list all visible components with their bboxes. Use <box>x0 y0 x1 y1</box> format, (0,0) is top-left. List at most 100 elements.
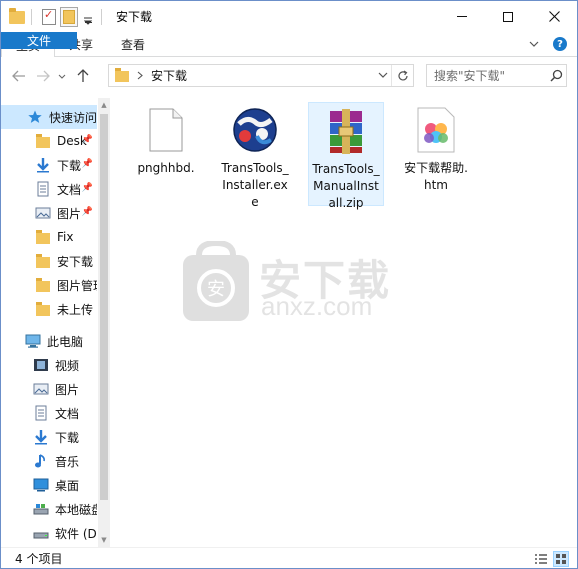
details-view-button[interactable] <box>533 551 549 567</box>
sidebar-item-videos[interactable]: 视频 <box>1 353 97 377</box>
sidebar-item-pictures[interactable]: 图片 <box>1 377 97 401</box>
sidebar-item-pictures-pinned[interactable]: 图片 📌 <box>1 201 97 225</box>
sidebar-item-label: Fix <box>57 230 74 244</box>
sidebar-item-downloads[interactable]: 下载 <box>1 425 97 449</box>
scroll-up-icon[interactable]: ▲ <box>98 98 110 112</box>
file-item[interactable]: pnghhbd. <box>128 102 204 177</box>
address-history-dropdown-icon[interactable] <box>378 68 388 82</box>
photos-htm-icon <box>412 106 460 154</box>
details-view-icon <box>535 554 547 564</box>
divider <box>31 8 32 25</box>
sidebar-item-not-uploaded[interactable]: 未上传 <box>1 297 97 321</box>
pin-icon: 📌 <box>81 207 93 217</box>
address-bar[interactable]: 安下载 <box>108 64 414 87</box>
up-button[interactable] <box>71 64 95 88</box>
arrow-up-icon <box>77 69 89 82</box>
sidebar-item-label: 图片 <box>55 382 80 397</box>
star-icon <box>28 110 42 123</box>
arrow-right-icon <box>37 70 50 82</box>
sidebar-item-documents[interactable]: 文档 <box>1 401 97 425</box>
recent-locations-button[interactable] <box>55 64 69 88</box>
navigation-bar: 安下载 搜索"安下载" <box>1 58 577 94</box>
refresh-icon <box>397 69 408 80</box>
scroll-down-icon[interactable]: ▼ <box>98 533 110 547</box>
download-arrow-icon <box>37 158 49 173</box>
sidebar-item-documents-pinned[interactable]: 文档 📌 <box>1 177 97 201</box>
file-name: TransTools_ManualInstall.zip <box>312 162 380 210</box>
scrollbar-thumb[interactable] <box>100 114 108 500</box>
sidebar-item-music[interactable]: 音乐 <box>1 449 97 473</box>
properties-icon[interactable] <box>42 8 56 25</box>
sidebar-item-downloads-pinned[interactable]: 下载 📌 <box>1 153 97 177</box>
expand-ribbon-icon[interactable] <box>529 41 539 47</box>
navigation-pane-scrollbar[interactable]: ▲ ▼ <box>98 98 110 547</box>
pin-icon: 📌 <box>81 135 93 145</box>
file-name: 安下载帮助.htm <box>404 161 468 192</box>
status-bar: 4 个项目 <box>1 547 577 568</box>
globe-installer-icon <box>231 106 279 154</box>
sidebar-item-label: 快速访问 <box>49 110 97 125</box>
tab-file[interactable]: 文件 <box>1 32 77 49</box>
search-button[interactable] <box>546 69 566 82</box>
minimize-button[interactable] <box>439 1 485 32</box>
folder-icon <box>35 301 51 317</box>
sidebar-item-this-pc[interactable]: 此电脑 <box>1 329 97 353</box>
search-icon <box>549 69 562 82</box>
maximize-button[interactable] <box>485 1 531 32</box>
download-arrow-icon <box>35 430 47 445</box>
sidebar-item-software-drive[interactable]: 软件 (D <box>1 521 97 545</box>
item-count: 4 个项目 <box>15 552 63 566</box>
large-icons-view-button[interactable] <box>553 551 569 567</box>
file-item[interactable]: TransTools_ManualInstall.zip <box>308 102 384 210</box>
pin-icon: 📌 <box>81 183 93 193</box>
chevron-down-icon <box>84 17 92 25</box>
arrow-left-icon <box>12 70 25 82</box>
file-item[interactable]: TransTools_Installer.exe <box>217 102 293 211</box>
picture-icon <box>33 383 49 395</box>
help-icon[interactable]: ? <box>553 37 567 51</box>
sidebar-item-label: 图片 <box>57 206 82 221</box>
picture-icon <box>35 207 51 219</box>
quick-access-toolbar <box>1 1 108 32</box>
customize-toolbar-dropdown[interactable] <box>81 9 95 25</box>
ribbon-right-controls: ? <box>529 32 577 56</box>
file-name: pnghhbd. <box>137 161 195 175</box>
drive-icon <box>33 504 49 515</box>
sidebar-item-label: 安下载 <box>57 254 94 269</box>
document-icon <box>37 181 49 197</box>
file-list-pane[interactable]: 安 安下载 anxz.com pnghhbd. TransTools_Insta… <box>111 98 577 547</box>
sidebar-item-anxiazai[interactable]: 安下载 <box>1 249 97 273</box>
sidebar-item-label: 未上传 <box>57 302 94 317</box>
search-input[interactable]: 搜索"安下载" <box>434 67 546 84</box>
sidebar-item-label: 音乐 <box>55 454 80 469</box>
folder-icon <box>35 253 51 269</box>
new-folder-button[interactable] <box>60 6 78 27</box>
search-box[interactable]: 搜索"安下载" <box>426 64 567 87</box>
tab-view[interactable]: 查看 <box>107 32 159 56</box>
sidebar-item-local-disk[interactable]: 本地磁盘 <box>1 497 97 521</box>
chevron-right-icon[interactable] <box>137 71 143 80</box>
refresh-button[interactable] <box>391 65 413 86</box>
file-item[interactable]: 安下载帮助.htm <box>398 102 474 194</box>
sidebar-item-picture-manager[interactable]: 图片管理 <box>1 273 97 297</box>
large-icons-view-icon <box>556 554 566 564</box>
blank-file-icon <box>142 106 190 154</box>
maximize-icon <box>503 11 513 22</box>
sidebar-item-desktop[interactable]: 桌面 <box>1 473 97 497</box>
sidebar-item-desktop-pinned[interactable]: Desk 📌 <box>1 129 97 153</box>
sidebar-item-quick-access[interactable]: 快速访问 <box>1 105 97 129</box>
watermark: 安 安下载 anxz.com <box>181 241 401 329</box>
sidebar-item-label: 下载 <box>55 430 80 445</box>
close-button[interactable] <box>531 1 577 32</box>
computer-icon <box>25 334 41 348</box>
watermark-subtext: anxz.com <box>261 291 373 321</box>
sidebar-item-fix[interactable]: Fix <box>1 225 97 249</box>
title-bar: 安下载 <box>1 1 577 32</box>
pin-icon: 📌 <box>81 159 93 169</box>
sidebar-item-label: 图片管理 <box>57 278 97 293</box>
minimize-icon <box>457 16 467 17</box>
address-path[interactable]: 安下载 <box>151 67 187 84</box>
back-button[interactable] <box>7 64 31 88</box>
sidebar-item-label: 本地磁盘 <box>55 502 97 517</box>
forward-button[interactable] <box>31 64 55 88</box>
